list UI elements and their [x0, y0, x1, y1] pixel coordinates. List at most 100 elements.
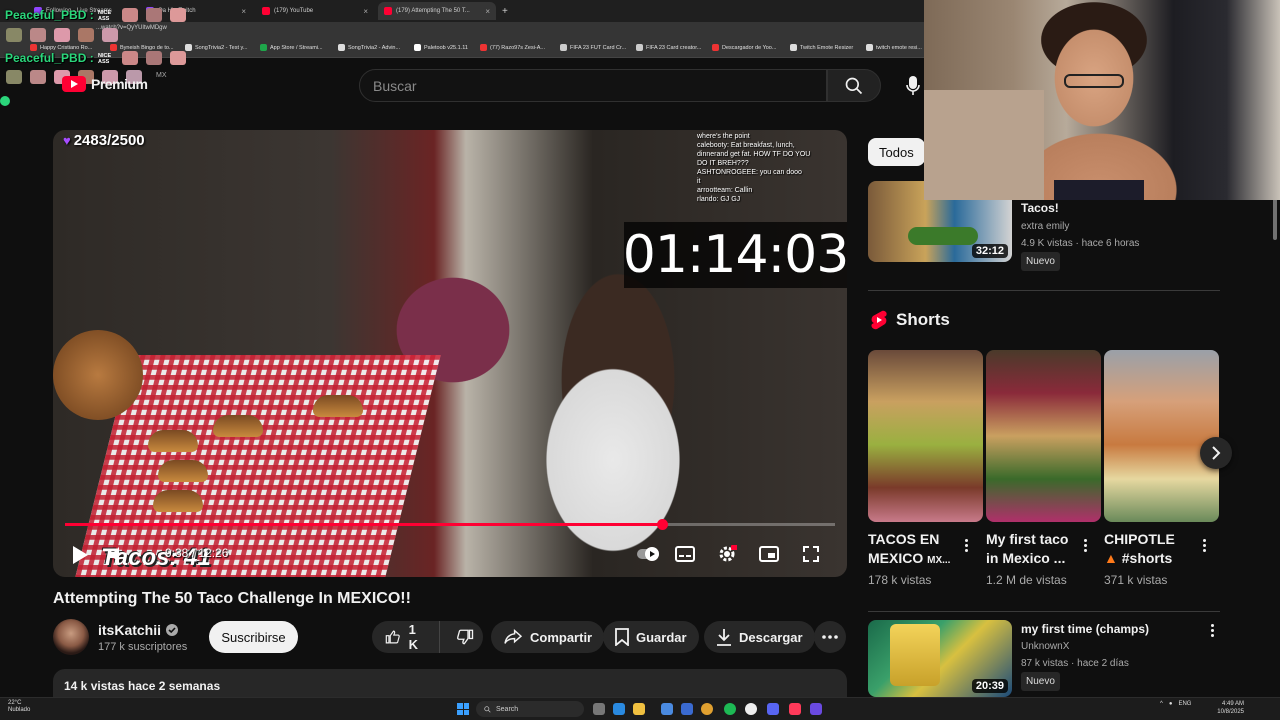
bookmark-item[interactable]: SongTrivia2 - Advin... — [338, 44, 400, 51]
short-title[interactable]: CHIPOTLE ▲ #shorts — [1104, 530, 1175, 568]
bookmark-item[interactable]: FIFA 23 FUT Card Cr... — [560, 44, 626, 51]
short-views: 371 k vistas — [1104, 573, 1168, 587]
save-label: Guardar — [636, 629, 687, 645]
filter-chip-todos[interactable]: Todos — [868, 138, 925, 166]
short-title[interactable]: TACOS EN MEXICO MX... — [868, 530, 950, 570]
shorts-heading: Shorts — [870, 310, 950, 330]
search-button[interactable] — [827, 69, 881, 102]
search-input[interactable]: Buscar — [359, 69, 827, 102]
task-view-icon[interactable] — [593, 703, 605, 715]
shorts-next-button[interactable] — [1200, 437, 1232, 469]
language-indicator[interactable]: ENG — [1178, 701, 1191, 707]
emote-icon — [146, 51, 162, 65]
mail-icon[interactable] — [681, 703, 693, 715]
obs-icon[interactable] — [745, 703, 757, 715]
like-count: 1 K — [408, 622, 419, 652]
teams-icon[interactable] — [810, 703, 822, 715]
close-tab-icon[interactable]: × — [363, 7, 368, 16]
music-icon[interactable] — [789, 703, 801, 715]
short-menu-button[interactable] — [960, 536, 972, 554]
close-tab-icon[interactable]: × — [485, 7, 490, 16]
webcam-bed — [924, 90, 1044, 200]
short-thumbnail[interactable] — [1104, 350, 1219, 522]
chrome-icon[interactable] — [701, 703, 713, 715]
chat-line: ASHTONROGEEE: you can dooo — [697, 169, 802, 176]
taskbar-search[interactable]: Search — [476, 701, 584, 717]
shorts-icon — [871, 310, 887, 330]
bookmark-item[interactable]: Descargador de Yoo... — [712, 44, 776, 51]
short-thumbnail[interactable] — [986, 350, 1101, 522]
fullscreen-button[interactable] — [796, 540, 826, 568]
short-title-line: #shorts — [1121, 550, 1173, 566]
short-title-line: CHIPOTLE — [1104, 531, 1175, 547]
channel-name-text: itsKatchii — [98, 622, 162, 638]
emote-icon — [122, 8, 138, 22]
bookmark-favicon-icon — [260, 44, 267, 51]
spotify-icon[interactable] — [724, 703, 736, 715]
rec-thumbnail[interactable]: 20:39 — [868, 620, 1012, 697]
share-button[interactable]: Compartir — [491, 621, 605, 653]
windows-logo-icon — [463, 703, 469, 709]
more-actions-button[interactable] — [814, 621, 846, 653]
youtube-logo[interactable]: Premium — [62, 76, 148, 92]
file-explorer-icon[interactable] — [633, 703, 645, 715]
bookmark-item[interactable]: FIFA 23 Card creator... — [636, 44, 701, 51]
edge-icon[interactable] — [613, 703, 625, 715]
video-frame-barrel — [53, 330, 143, 420]
store-icon[interactable] — [661, 703, 673, 715]
bookmark-item[interactable]: Byneish Bingo de to... — [110, 44, 174, 51]
bookmark-item[interactable]: App Store / Streami... — [260, 44, 323, 51]
shorts-heading-text: Shorts — [896, 310, 950, 329]
windows-logo-icon — [463, 709, 469, 715]
microphone-icon — [906, 75, 920, 95]
dislike-button[interactable] — [447, 621, 483, 653]
bookmark-favicon-icon — [560, 44, 567, 51]
autoplay-toggle[interactable] — [633, 540, 663, 568]
like-button[interactable]: 1 K — [372, 621, 441, 653]
video-progress-bar[interactable] — [65, 519, 835, 530]
mic-tray-icon[interactable]: ● — [1169, 701, 1173, 707]
save-button[interactable]: Guardar — [603, 621, 699, 653]
bookmark-item[interactable]: Happy Cristiano Ro... — [30, 44, 92, 51]
download-button[interactable]: Descargar — [704, 621, 815, 653]
tab-current-video[interactable]: (179) Attempting The 50 T... × — [378, 2, 496, 20]
rec-title[interactable]: Tacos! — [1021, 201, 1059, 215]
bookmark-item[interactable]: SongTrivia2 - Test y... — [185, 44, 247, 51]
bookmark-item[interactable]: (77) Razo97s Zesi-A... — [480, 44, 545, 51]
settings-button[interactable] — [712, 540, 742, 568]
rec-menu-button[interactable] — [1206, 621, 1218, 639]
bookmark-item[interactable]: twitch emote resi... — [866, 44, 922, 51]
tab-youtube[interactable]: (179) YouTube × — [256, 2, 374, 20]
thumb-food-plate — [908, 227, 978, 245]
system-tray: ^ ● ENG — [1160, 701, 1191, 707]
video-frame-taco — [158, 460, 208, 482]
rec-title[interactable]: my first time (champs) — [1021, 622, 1149, 636]
discord-icon[interactable] — [767, 703, 779, 715]
progress-scrubber-handle[interactable] — [656, 519, 668, 530]
video-title: Attempting The 50 Taco Challenge In MEXI… — [53, 590, 411, 607]
address-bar[interactable]: ...watch?v=QyYUltwMDgw — [0, 22, 924, 40]
short-menu-button[interactable] — [1198, 536, 1210, 554]
short-title[interactable]: My first taco in Mexico ... — [986, 530, 1068, 568]
video-player[interactable]: ♥ 2483/2500 where's the point calebooty: … — [53, 130, 847, 577]
new-tab-button[interactable]: + — [496, 2, 512, 20]
chat-line: where's the point — [697, 133, 750, 140]
weather-widget[interactable]: 22°C Nublado — [8, 700, 30, 714]
emote-icon — [6, 70, 22, 84]
chevron-up-icon[interactable]: ^ — [1160, 701, 1163, 707]
short-thumbnail[interactable] — [868, 350, 983, 522]
start-button[interactable] — [457, 703, 469, 715]
subscribe-button[interactable]: Suscribirse — [209, 621, 298, 653]
short-menu-button[interactable] — [1079, 536, 1091, 554]
clock[interactable]: 4:49 AM 10/8/2025 — [1216, 700, 1244, 716]
volume-button[interactable] — [109, 542, 131, 568]
chat-line: dinnerand get fat. HOW TF DO YOU — [697, 151, 811, 158]
channel-avatar[interactable] — [53, 619, 89, 655]
subtitles-button[interactable] — [670, 540, 700, 568]
miniplayer-button[interactable] — [754, 540, 784, 568]
close-tab-icon[interactable]: × — [241, 7, 246, 16]
bookmark-item[interactable]: Paletoob v25.1.11 — [414, 44, 468, 51]
play-button[interactable] — [67, 542, 93, 568]
bookmark-item[interactable]: Twitch Emote Resizer — [790, 44, 853, 51]
channel-name[interactable]: itsKatchii — [98, 622, 179, 638]
